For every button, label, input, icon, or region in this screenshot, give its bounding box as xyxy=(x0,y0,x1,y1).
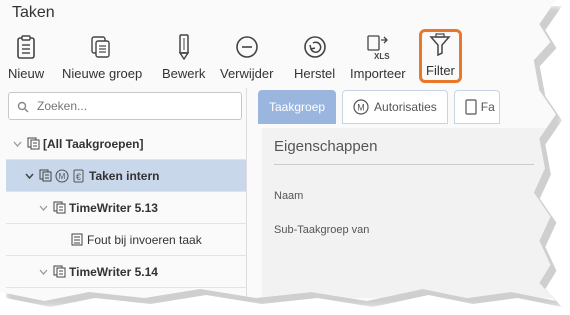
xls-import-icon: XLS xyxy=(365,34,391,60)
properties-panel: Eigenschappen Naam Sub-Taakgroep van xyxy=(262,128,552,298)
restore-button-label: Herstel xyxy=(294,66,336,81)
xls-text: XLS xyxy=(374,52,390,60)
task-group-icon xyxy=(26,137,40,151)
task-group-icon xyxy=(52,265,66,279)
tree-row-selected[interactable]: M € Taken intern xyxy=(6,160,246,192)
m-badge-text: M xyxy=(59,172,66,181)
pencil-icon xyxy=(171,34,197,60)
edit-button[interactable]: Bewerk xyxy=(162,34,205,81)
delete-button[interactable]: Verwijder xyxy=(220,34,273,81)
import-button[interactable]: XLS Importeer xyxy=(350,34,406,81)
detail-pane: Taakgroep M Autorisaties Fa Eigenschappe… xyxy=(254,88,554,298)
edit-button-label: Bewerk xyxy=(162,66,206,81)
task-group-tree: [All Taakgroepen] M € Taken intern TimeW… xyxy=(6,128,246,288)
tree-row[interactable]: Fout bij invoeren taak xyxy=(6,224,246,256)
tab-fa[interactable]: Fa xyxy=(453,90,500,124)
left-pane: [All Taakgroepen] M € Taken intern TimeW… xyxy=(6,88,247,298)
tree-item-label: Taken intern xyxy=(89,168,160,183)
task-group-icon xyxy=(52,201,66,215)
tree-item-label: TimeWriter 5.14 xyxy=(69,264,158,279)
app-window: Taken Nieuw Nieuwe groep Bewerk Verwijde… xyxy=(0,0,556,301)
search-input[interactable] xyxy=(35,98,229,114)
new-button[interactable]: Nieuw xyxy=(8,34,44,81)
tree-row[interactable]: TimeWriter 5.14 xyxy=(6,256,246,288)
stacked-clipboards-icon xyxy=(89,34,115,60)
chevron-down-icon[interactable] xyxy=(38,267,48,277)
delete-button-label: Verwijder xyxy=(220,66,274,81)
field-label-sub-taakgroep: Sub-Taakgroep van xyxy=(274,224,370,236)
m-badge-icon: M xyxy=(353,99,369,115)
m-badge-icon: M xyxy=(55,168,69,183)
tab-taakgroep[interactable]: Taakgroep xyxy=(258,90,337,124)
task-icon xyxy=(70,233,84,247)
new-group-button[interactable]: Nieuwe groep xyxy=(62,34,142,81)
tab-autorisaties[interactable]: M Autorisaties xyxy=(342,90,448,124)
filter-button-label: Filter xyxy=(426,63,455,78)
undo-circle-icon xyxy=(302,34,328,60)
clipboard-icon xyxy=(13,34,39,60)
tree-item-label: [All Taakgroepen] xyxy=(43,136,144,151)
field-label-naam: Naam xyxy=(274,190,304,202)
tree-item-label: Fout bij invoeren taak xyxy=(87,232,202,247)
section-divider xyxy=(274,164,534,165)
euro-badge-text: € xyxy=(76,172,81,182)
minus-circle-icon xyxy=(234,34,260,60)
filter-button[interactable]: Filter xyxy=(419,29,462,83)
new-button-label: Nieuw xyxy=(8,66,45,81)
search-icon xyxy=(17,100,29,113)
task-group-icon xyxy=(38,169,52,183)
chevron-down-icon[interactable] xyxy=(38,203,48,213)
section-title: Eigenschappen xyxy=(274,138,378,155)
funnel-icon xyxy=(427,32,453,58)
m-badge-text: M xyxy=(357,103,365,113)
chevron-down-icon[interactable] xyxy=(24,171,34,181)
chevron-down-icon[interactable] xyxy=(12,139,22,149)
tab-label: Taakgroep xyxy=(269,100,326,114)
tab-bar: Taakgroep M Autorisaties Fa xyxy=(258,90,506,126)
window-title: Taken xyxy=(12,4,55,21)
search-box[interactable] xyxy=(8,92,242,120)
tree-row[interactable]: [All Taakgroepen] xyxy=(6,128,246,160)
tree-row[interactable]: TimeWriter 5.13 xyxy=(6,192,246,224)
euro-document-icon: € xyxy=(72,169,86,183)
restore-button[interactable]: Herstel xyxy=(294,34,335,81)
tab-label: Autorisaties xyxy=(374,100,437,114)
toolbar: Nieuw Nieuwe groep Bewerk Verwijder Hers… xyxy=(0,29,556,86)
tree-item-label: TimeWriter 5.13 xyxy=(69,200,158,215)
import-button-label: Importeer xyxy=(350,66,406,81)
new-group-button-label: Nieuwe groep xyxy=(62,66,143,81)
document-icon xyxy=(465,99,477,115)
tab-label: Fa xyxy=(480,100,495,114)
